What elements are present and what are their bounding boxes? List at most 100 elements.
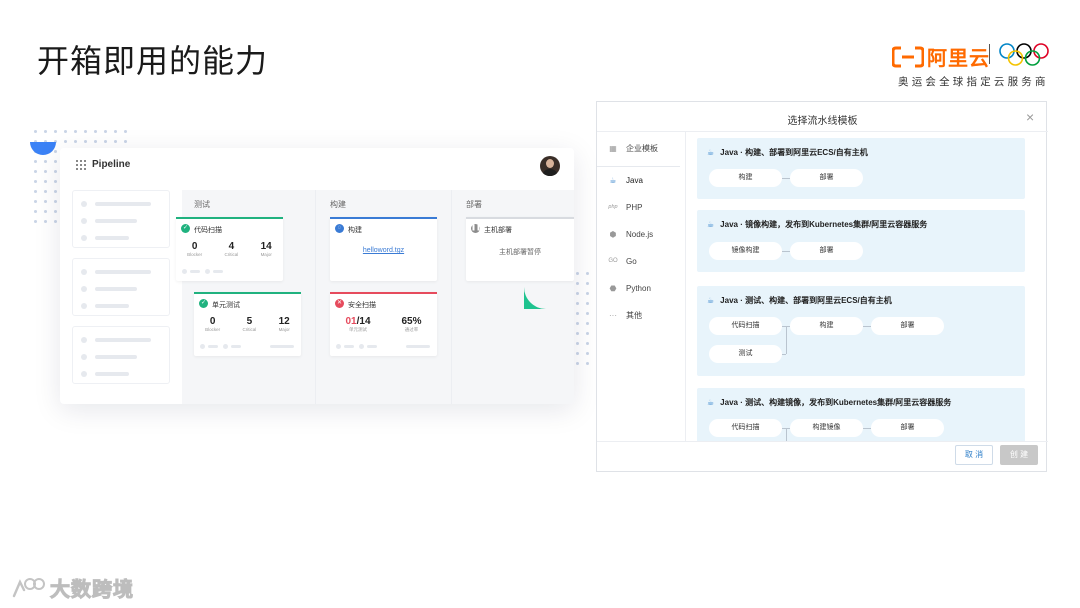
fail-count: 01: [345, 316, 357, 327]
template-title: Java · 测试、构建、部署到阿里云ECS/自有主机: [720, 296, 892, 305]
template-title: Java · 构建、部署到阿里云ECS/自有主机: [720, 148, 868, 157]
template-card[interactable]: ☕ Java · 构建、部署到阿里云ECS/自有主机 构建 部署: [697, 138, 1025, 199]
go-icon: GO: [608, 258, 618, 264]
create-button[interactable]: 创 建: [1000, 445, 1038, 465]
step-chip: 部署: [871, 419, 944, 437]
php-icon: php: [608, 204, 618, 210]
template-dialog: 选择流水线模板 × ▦ 企业模板 ☕ Java php PHP ⬢ Node.js GO…: [596, 101, 1048, 472]
stage-deploy: 部署 ❚❚ 主机部署 主机部署暂停: [452, 190, 574, 404]
metric-label: 通过率: [404, 327, 419, 332]
step-chip: 构建镜像: [790, 419, 863, 437]
decorative-blue-shape: [30, 142, 56, 155]
pipeline-header: Pipeline: [60, 148, 574, 184]
brand-block: 阿里云 奥运会全球指定云服务商: [892, 42, 1052, 90]
pause-icon: ❚❚: [471, 224, 482, 233]
template-card[interactable]: ☕ Java · 镜像构建，发布到Kubernetes集群/阿里云容器服务 镜像构…: [697, 210, 1025, 272]
check-icon: ✓: [181, 224, 190, 233]
watermark: 大数跨境: [10, 573, 134, 602]
metric-value: 4: [228, 241, 235, 252]
skeleton-card: [72, 190, 170, 248]
metric-value: 0: [191, 241, 198, 252]
stage-label: 构建: [330, 200, 346, 209]
template-card[interactable]: ☕ Java · 测试、构建、部署到阿里云ECS/自有主机 代码扫描 测试 构建 …: [697, 286, 1025, 376]
metric-label: Major: [278, 327, 290, 332]
nav-label: Go: [626, 256, 637, 266]
template-category-nav: ▦ 企业模板 ☕ Java php PHP ⬢ Node.js GO Go ⬣ Python…: [597, 132, 686, 441]
metric-value: 12: [278, 316, 290, 327]
job-build[interactable]: ◌ 构建 helloword.tgz: [330, 217, 437, 281]
aliyun-logo: 阿里云: [892, 42, 990, 71]
dialog-title: 选择流水线模板: [787, 116, 858, 127]
artifact-link[interactable]: helloword.tgz: [330, 247, 437, 254]
check-icon: ✓: [199, 299, 208, 308]
error-icon: ✕: [335, 299, 344, 308]
app-grid-icon[interactable]: [76, 160, 86, 170]
slide: 开箱即用的能力 阿里云 奥运会全球指定云服务商 Pipeline 测试 ✓ 代码…: [0, 0, 1080, 608]
metric-value: 14: [260, 241, 272, 252]
brand-subtitle: 奥运会全球指定云服务商: [898, 76, 1049, 88]
nodejs-icon: ⬢: [609, 229, 617, 239]
nav-label: Python: [626, 283, 651, 293]
metric-label: Blocker: [187, 252, 203, 257]
nav-label: Node.js: [626, 229, 654, 239]
nav-python[interactable]: ⬣ Python: [607, 281, 651, 295]
job-name: 单元测试: [212, 302, 240, 309]
nav-other[interactable]: ··· 其他: [607, 308, 642, 322]
pipeline-screenshot: Pipeline 测试 ✓ 代码扫描 0 Blocker 4 Critical …: [60, 148, 574, 404]
step-chip: 代码扫描: [709, 419, 782, 437]
nav-nodejs[interactable]: ⬢ Node.js: [607, 227, 654, 241]
more-icon: ···: [609, 310, 617, 320]
metric-label: 单元测试: [349, 327, 367, 332]
nav-php[interactable]: php PHP: [607, 200, 642, 214]
template-title: Java · 镜像构建，发布到Kubernetes集群/阿里云容器服务: [720, 220, 928, 229]
decorative-dot-grid: [576, 272, 596, 372]
template-card[interactable]: ☕ Java · 测试、构建镜像，发布到Kubernetes集群/阿里云容器服务 …: [697, 388, 1025, 441]
step-chip: 代码扫描: [709, 317, 782, 335]
job-footer: [182, 269, 228, 274]
nav-label: PHP: [626, 202, 643, 212]
nav-go[interactable]: GO Go: [607, 254, 637, 268]
stage-label: 测试: [194, 200, 210, 209]
watermark-logo-icon: [12, 577, 45, 597]
java-icon: ☕: [707, 220, 715, 229]
job-unit-test[interactable]: ✓ 单元测试 0 Blocker 5 Critical 12 Major: [194, 292, 301, 356]
stage-label: 部署: [466, 200, 482, 209]
cancel-button[interactable]: 取 消: [955, 445, 993, 465]
job-name: 构建: [348, 227, 362, 234]
nav-enterprise-templates[interactable]: ▦ 企业模板: [607, 141, 658, 155]
grid-icon: ▦: [609, 143, 617, 153]
nav-label: 其他: [626, 310, 642, 320]
job-name: 代码扫描: [194, 227, 222, 234]
step-chip: 构建: [790, 317, 863, 335]
brand-divider: [989, 44, 990, 64]
decorative-green-shape: [524, 287, 546, 309]
python-icon: ⬣: [609, 283, 617, 293]
job-host-deploy[interactable]: ❚❚ 主机部署 主机部署暂停: [466, 217, 574, 281]
template-title: Java · 测试、构建镜像，发布到Kubernetes集群/阿里云容器服务: [720, 398, 952, 407]
java-icon: ☕: [707, 148, 715, 157]
stage-test: 测试 ✓ 代码扫描 0 Blocker 4 Critical 14 Major ✓ 单…: [176, 190, 316, 404]
metric-label: Major: [260, 252, 272, 257]
nav-java[interactable]: ☕ Java: [607, 173, 643, 187]
job-code-scan[interactable]: ✓ 代码扫描 0 Blocker 4 Critical 14 Major: [176, 217, 283, 281]
step-chip: 部署: [871, 317, 944, 335]
skeleton-card: [72, 258, 170, 316]
brand-name: 阿里云: [927, 48, 990, 70]
aliyun-mark-icon: [892, 46, 924, 67]
close-icon[interactable]: ×: [1026, 110, 1034, 124]
job-security-scan[interactable]: ✕ 安全扫描 01/14 单元测试 65% 通过率: [330, 292, 437, 356]
metric-value: 0: [209, 316, 216, 327]
avatar[interactable]: [540, 156, 560, 176]
job-name: 主机部署: [484, 227, 512, 234]
job-footer: [200, 344, 294, 349]
metric-value: 65%: [401, 316, 422, 327]
step-chip: 部署: [790, 169, 863, 187]
pipeline-stages: 测试 ✓ 代码扫描 0 Blocker 4 Critical 14 Major ✓ 单…: [176, 190, 574, 404]
slide-title: 开箱即用的能力: [37, 43, 269, 79]
running-icon: ◌: [335, 224, 344, 233]
java-icon: ☕: [707, 398, 715, 407]
job-footer: [336, 344, 430, 349]
step-chip: 测试: [709, 345, 782, 363]
step-chip: 镜像构建: [709, 242, 782, 260]
metric-label: Critical: [242, 327, 257, 332]
